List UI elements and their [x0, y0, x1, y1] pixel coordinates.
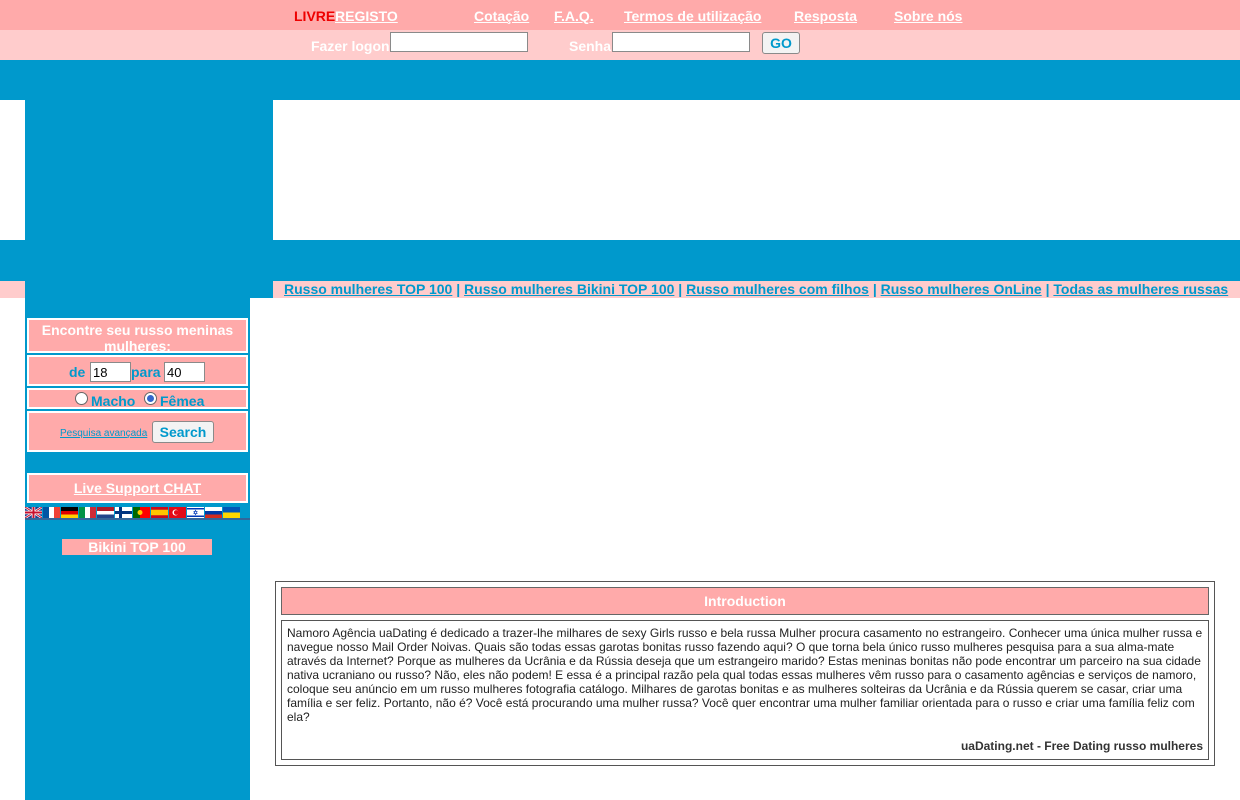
portugal-flag-icon[interactable]	[133, 507, 150, 518]
search-title: Encontre seu russo meninas mulheres:	[26, 317, 249, 354]
top-bar: LIVRE REGISTO Cotação F.A.Q. Termos de u…	[0, 0, 1240, 30]
left-gutter	[0, 100, 25, 240]
france-flag-icon[interactable]	[43, 507, 60, 518]
feedback-link[interactable]: Resposta	[794, 8, 857, 24]
nav-sidebar-strip	[25, 281, 273, 298]
bikini-top100-heading[interactable]: Bikini TOP 100	[62, 539, 212, 555]
israel-flag-icon[interactable]	[187, 507, 204, 518]
female-radio[interactable]	[144, 392, 157, 405]
gender-row: Macho Fêmea	[26, 387, 249, 410]
go-button[interactable]: GO	[762, 32, 800, 54]
nav-left-strip	[0, 281, 25, 298]
intro-body: Namoro Agência uaDating é dedicado a tra…	[281, 620, 1209, 760]
age-to-label: para	[131, 364, 161, 380]
intro-title: Introduction	[281, 587, 1209, 615]
quote-link[interactable]: Cotação	[474, 8, 529, 24]
login-input[interactable]	[390, 32, 528, 52]
search-button[interactable]: Search	[152, 421, 214, 443]
ukraine-flag-icon[interactable]	[223, 507, 240, 518]
header-band-lower	[0, 240, 1240, 281]
livre-label: LIVRE	[294, 8, 336, 24]
password-label: Senha	[569, 38, 612, 54]
logo-area	[25, 100, 273, 240]
terms-link[interactable]: Termos de utilização	[624, 8, 761, 24]
uk-flag-icon[interactable]	[25, 507, 42, 518]
netherlands-flag-icon[interactable]	[97, 507, 114, 518]
female-label: Fêmea	[160, 393, 205, 409]
nav-separator: |	[678, 281, 683, 297]
age-from-input[interactable]	[90, 362, 131, 382]
login-label: Fazer logon	[311, 38, 390, 54]
germany-flag-icon[interactable]	[61, 507, 78, 518]
italy-flag-icon[interactable]	[79, 507, 96, 518]
age-from-label: de	[69, 364, 86, 380]
intro-panel: Introduction Namoro Agência uaDating é d…	[275, 581, 1215, 766]
password-input[interactable]	[612, 32, 750, 52]
faq-link[interactable]: F.A.Q.	[554, 8, 594, 24]
about-link[interactable]: Sobre nós	[894, 8, 962, 24]
language-flags	[25, 505, 250, 520]
nav-separator: |	[872, 281, 877, 297]
search-actions-row: Pesquisa avançada Search	[26, 410, 249, 453]
age-range-row: de para	[26, 354, 249, 387]
nav-separator: |	[456, 281, 461, 297]
nav-separator: |	[1045, 281, 1050, 297]
male-label: Macho	[91, 393, 136, 409]
nav-top100-link[interactable]: Russo mulheres TOP 100	[284, 281, 452, 297]
register-link[interactable]: REGISTO	[335, 8, 398, 24]
male-radio[interactable]	[75, 392, 88, 405]
spain-flag-icon[interactable]	[151, 507, 168, 518]
nav-children-link[interactable]: Russo mulheres com filhos	[686, 281, 869, 297]
category-nav: Russo mulheres TOP 100 | Russo mulheres …	[273, 281, 1240, 298]
intro-text: Namoro Agência uaDating é dedicado a tra…	[287, 626, 1203, 724]
nav-online-link[interactable]: Russo mulheres OnLine	[881, 281, 1042, 297]
banner-area	[273, 100, 1240, 240]
intro-signature: uaDating.net - Free Dating russo mulhere…	[960, 739, 1203, 753]
turkey-flag-icon[interactable]	[169, 507, 186, 518]
nav-bikini-link[interactable]: Russo mulheres Bikini TOP 100	[464, 281, 674, 297]
header-band	[0, 60, 1240, 100]
nav-all-link[interactable]: Todas as mulheres russas	[1053, 281, 1228, 297]
age-to-input[interactable]	[164, 362, 205, 382]
live-chat-box: Live Support CHAT	[26, 472, 249, 504]
login-bar: Fazer logon Senha GO	[0, 30, 1240, 60]
advanced-search-link[interactable]: Pesquisa avançada	[60, 428, 147, 439]
finland-flag-icon[interactable]	[115, 507, 132, 518]
live-chat-link[interactable]: Live Support CHAT	[74, 480, 201, 496]
russia-flag-icon[interactable]	[205, 507, 222, 518]
